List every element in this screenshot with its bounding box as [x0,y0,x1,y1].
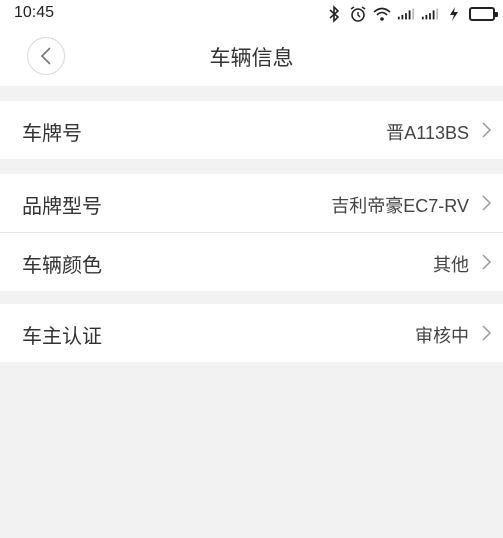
vehicle-color-value: 其他 [433,255,469,275]
owner-verification-value: 审核中 [415,326,469,346]
vehicle-color-label: 车辆颜色 [22,253,102,277]
battery-icon [469,7,498,21]
signal-icon [397,5,415,23]
alarm-icon [349,5,367,23]
row-owner-verification[interactable]: 车主认证 审核中 [0,304,503,362]
row-plate-number[interactable]: 车牌号 晋A113BS [0,101,503,159]
owner-verification-label: 车主认证 [22,324,102,348]
chevron-right-icon [482,195,492,211]
status-bar: 10:45 [0,0,503,28]
chevron-right-icon [482,122,492,138]
brand-model-value: 吉利帝豪EC7-RV [331,196,469,216]
row-vehicle-color[interactable]: 车辆颜色 其他 [0,233,503,291]
page-title: 车辆信息 [209,46,294,70]
nav-bar: 车辆信息 [0,28,503,86]
brand-model-label: 品牌型号 [22,194,102,218]
chevron-right-icon [482,254,492,270]
signal-icon [421,5,439,23]
wifi-icon [373,5,391,23]
chevron-right-icon [482,325,492,341]
plate-number-value: 晋A113BS [386,123,469,143]
status-time: 10:45 [14,4,55,21]
plate-number-label: 车牌号 [22,121,82,145]
charging-icon [445,5,463,23]
bluetooth-icon [325,5,343,23]
status-icons [325,3,498,25]
row-brand-model[interactable]: 品牌型号 吉利帝豪EC7-RV [0,174,503,232]
